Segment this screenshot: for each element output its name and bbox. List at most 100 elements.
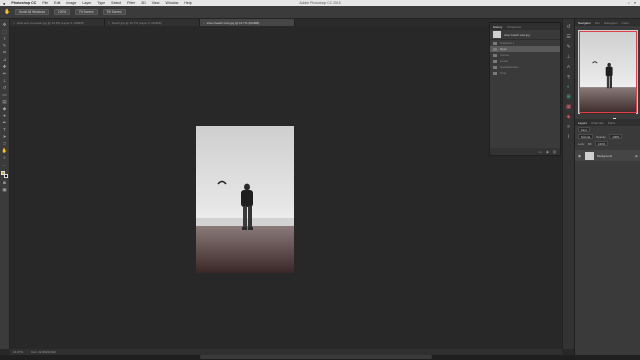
- clone-stamp-tool-icon[interactable]: ⊥: [2, 78, 8, 83]
- menu-filter[interactable]: Filter: [127, 1, 135, 5]
- adjustments-panel-icon[interactable]: ◐: [566, 85, 572, 91]
- navigator-tabs: Navigator Info Histogram Color: [575, 19, 640, 26]
- blend-mode-select[interactable]: Normal: [578, 134, 594, 139]
- hand-tool-icon[interactable]: ✋: [4, 9, 10, 15]
- menu-extras-icon[interactable]: ≡: [634, 1, 636, 5]
- trash-icon[interactable]: ▥: [553, 150, 556, 154]
- scroll-all-windows-checkbox[interactable]: Scroll All Windows: [15, 9, 50, 15]
- close-tab-icon[interactable]: ×: [108, 21, 110, 25]
- navigator-preview[interactable]: [577, 30, 638, 114]
- path-selection-tool-icon[interactable]: ➤: [2, 134, 8, 139]
- tab-color[interactable]: Color: [622, 21, 629, 25]
- fill-screen-button[interactable]: Fill Screen: [102, 9, 126, 15]
- search-icon[interactable]: ⌕: [628, 1, 630, 5]
- camera-snapshot-icon[interactable]: ◉: [546, 150, 549, 154]
- beach-photo: [196, 126, 294, 273]
- hand-tool-icon[interactable]: ✋: [2, 148, 8, 153]
- document-image[interactable]: [196, 126, 294, 273]
- marquee-tool-icon[interactable]: ⬚: [2, 29, 8, 34]
- menu-image[interactable]: Image: [66, 1, 76, 5]
- new-document-icon[interactable]: ▭: [539, 150, 542, 154]
- document-tab-active[interactable]: × silver beach man.jpg @ 16.7% (RGB/8): [200, 19, 295, 26]
- zoom-100-button[interactable]: 100%: [54, 9, 71, 15]
- history-brush-tool-icon[interactable]: ↺: [2, 85, 8, 90]
- document-tab[interactable]: × beach.jpg @ 16.7% (Layer 0, RGB/8): [105, 19, 200, 26]
- quick-select-tool-icon[interactable]: ✎: [2, 43, 8, 48]
- tab-layers[interactable]: Layers: [578, 121, 587, 125]
- snapshot-thumbnail: [493, 31, 501, 38]
- quick-mask-icon[interactable]: ◙: [2, 180, 8, 185]
- eraser-tool-icon[interactable]: ▭: [2, 92, 8, 97]
- menu-select[interactable]: Select: [111, 1, 121, 5]
- history-panel-footer: ▭ ◉ ▥: [490, 148, 560, 155]
- pen-tool-icon[interactable]: ✒: [2, 120, 8, 125]
- document-tab[interactable]: × dusk and mountain.jpg @ 12.5% (Layer 0…: [10, 19, 105, 26]
- menu-edit[interactable]: Edit: [54, 1, 60, 5]
- tab-histogram[interactable]: Histogram: [604, 21, 618, 25]
- eyedropper-tool-icon[interactable]: ⊿: [2, 57, 8, 62]
- libraries-panel-icon[interactable]: ⊞: [566, 95, 572, 101]
- menu-app-name[interactable]: Photoshop CC: [11, 1, 36, 5]
- menu-3d[interactable]: 3D: [141, 1, 146, 5]
- rectangle-tool-icon[interactable]: □: [2, 141, 8, 146]
- paragraph-panel-icon[interactable]: ¶: [566, 75, 572, 81]
- navigator-view-box[interactable]: [578, 31, 637, 113]
- properties-panel-icon[interactable]: ☰: [566, 35, 572, 41]
- tab-paths[interactable]: Paths: [608, 121, 616, 125]
- gradient-tool-icon[interactable]: ▤: [2, 99, 8, 104]
- history-panel: History Properties silver beach man.jpg …: [489, 22, 561, 156]
- menu-type[interactable]: Type: [97, 1, 105, 5]
- foreground-color-swatch[interactable]: [1, 171, 5, 175]
- brush-tool-icon[interactable]: ✏: [2, 71, 8, 76]
- menu-window[interactable]: Window: [166, 1, 179, 5]
- layers-tabs: Layers Channels Paths: [575, 119, 640, 126]
- fit-screen-button[interactable]: Fit Screen: [75, 9, 98, 15]
- channels-panel-icon[interactable]: ≡: [566, 125, 572, 131]
- history-snapshot[interactable]: silver beach man.jpg: [490, 30, 560, 40]
- history-step-icon: [493, 41, 497, 45]
- horizontal-scrollbar[interactable]: [200, 355, 432, 359]
- paths-panel-icon[interactable]: ⌇: [566, 135, 572, 141]
- move-tool-icon[interactable]: ✥: [2, 22, 8, 27]
- brush-panel-icon[interactable]: ✎: [566, 45, 572, 51]
- status-zoom[interactable]: 16.67%: [13, 350, 23, 354]
- menu-file[interactable]: File: [42, 1, 48, 5]
- healing-brush-tool-icon[interactable]: ✚: [2, 64, 8, 69]
- more-tools-icon[interactable]: …: [2, 162, 8, 167]
- tab-properties[interactable]: Properties: [507, 25, 521, 29]
- screen-mode-icon[interactable]: ▣: [2, 187, 8, 192]
- menu-view[interactable]: View: [152, 1, 160, 5]
- color-swatches[interactable]: [1, 171, 8, 178]
- layer-name: Background: [597, 153, 612, 158]
- history-step[interactable]: Crop: [490, 70, 560, 76]
- styles-panel-icon[interactable]: ◈: [566, 115, 572, 121]
- history-step-icon: [493, 71, 497, 75]
- man-backpack: [241, 190, 253, 207]
- visibility-eye-icon[interactable]: ◉: [578, 154, 582, 158]
- tab-channels[interactable]: Channels: [591, 121, 604, 125]
- dodge-tool-icon[interactable]: ●: [2, 113, 8, 118]
- swatches-panel-icon[interactable]: ▦: [566, 105, 572, 111]
- lasso-tool-icon[interactable]: ℓ: [2, 36, 8, 41]
- clone-source-icon[interactable]: ⊥: [566, 55, 572, 61]
- crop-tool-icon[interactable]: ⌗: [2, 50, 8, 55]
- fill-input[interactable]: 100%: [595, 141, 609, 146]
- history-panel-icon[interactable]: ↺: [566, 25, 572, 31]
- close-tab-icon[interactable]: ×: [13, 21, 15, 25]
- character-panel-icon[interactable]: A: [566, 65, 572, 71]
- type-tool-icon[interactable]: T: [2, 127, 8, 132]
- zoom-tool-icon[interactable]: ⌕: [2, 155, 8, 160]
- layer-row-background[interactable]: ◉ Background ▣: [575, 150, 640, 161]
- menu-layer[interactable]: Layer: [82, 1, 91, 5]
- close-tab-icon[interactable]: ×: [203, 21, 205, 25]
- opacity-input[interactable]: 100%: [609, 134, 623, 139]
- blur-tool-icon[interactable]: ◆: [2, 106, 8, 111]
- tab-history[interactable]: History: [493, 25, 502, 29]
- history-step-icon: [493, 65, 497, 69]
- tab-navigator[interactable]: Navigator: [578, 21, 591, 25]
- menu-help[interactable]: Help: [184, 1, 191, 5]
- layer-kind-filter[interactable]: Kind: [578, 127, 590, 132]
- apple-menu-icon[interactable]: ●: [3, 1, 5, 6]
- tab-info[interactable]: Info: [595, 21, 600, 25]
- canvas-area[interactable]: [10, 26, 562, 349]
